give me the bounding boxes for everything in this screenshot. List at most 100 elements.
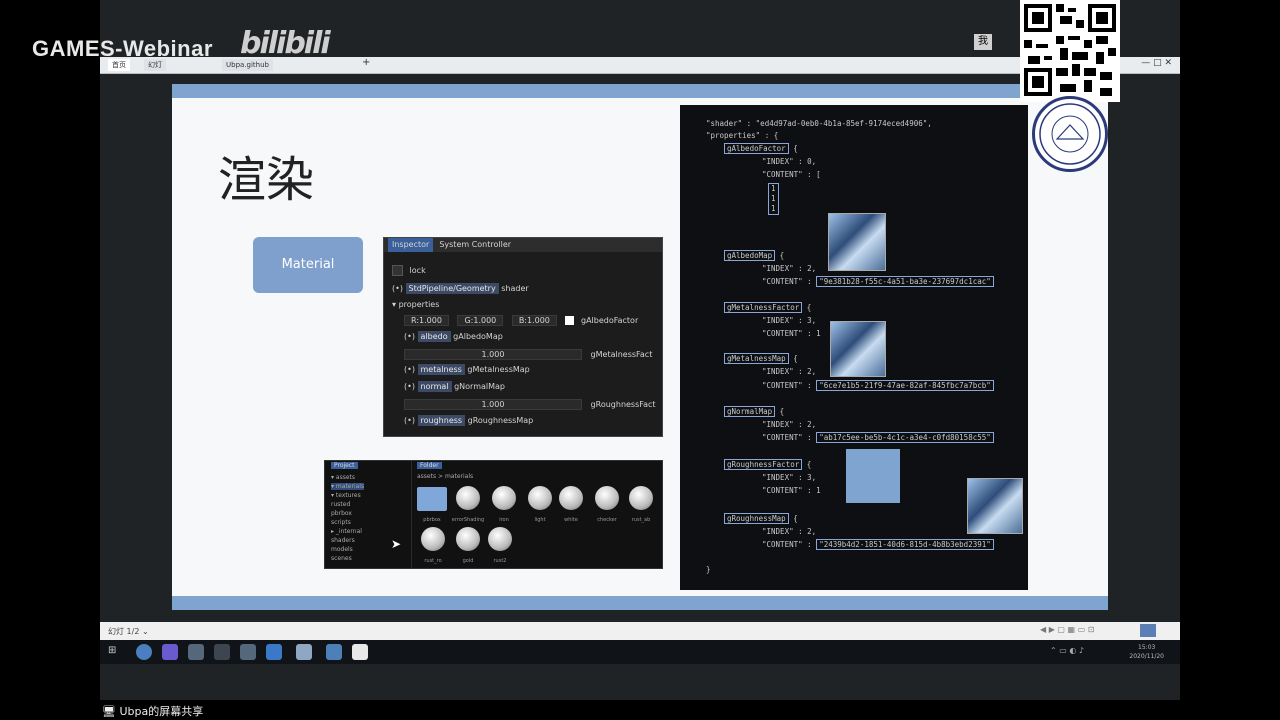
property-key: gMetalnessMap { xyxy=(724,353,798,364)
lock-row: lock xyxy=(392,265,426,276)
vscode-icon[interactable] xyxy=(266,644,282,660)
app-icon[interactable] xyxy=(188,644,204,660)
code-line: "shader" : "ed4d97ad-0eb0-4b1a-85ef-9174… xyxy=(706,119,932,128)
shader-label: shader xyxy=(501,284,529,293)
present-button[interactable] xyxy=(1140,624,1156,637)
material-sphere-icon[interactable] xyxy=(559,486,583,510)
roughness-color-swatch xyxy=(846,449,900,503)
tree-item[interactable]: scenes xyxy=(331,555,352,562)
mouse-cursor-icon: ➤ xyxy=(391,537,402,551)
roughness-factor-label: gRoughnessFact xyxy=(590,400,656,409)
university-seal-logo xyxy=(1032,96,1108,172)
tree-item[interactable]: ▾ assets xyxy=(331,474,355,481)
material-sphere-icon[interactable] xyxy=(456,527,480,551)
code-line: "properties" : { xyxy=(706,131,779,140)
metalness-map-row: (•) metalness gMetalnessMap xyxy=(404,364,530,375)
material-sphere-icon[interactable] xyxy=(421,527,445,551)
code-line: "INDEX" : 2, xyxy=(762,264,817,273)
visual-studio-icon[interactable] xyxy=(162,644,178,660)
inspector-panel: Inspector System Controller lock (•) Std… xyxy=(383,237,663,437)
shader-row: (•) StdPipeline/Geometry shader xyxy=(392,283,529,294)
material-sphere-icon[interactable] xyxy=(492,486,516,510)
tree-item[interactable]: ▾ textures xyxy=(331,492,361,499)
lock-checkbox[interactable] xyxy=(392,265,403,276)
object-picker-icon[interactable]: (•) xyxy=(404,365,415,374)
material-sphere-icon[interactable] xyxy=(629,486,653,510)
material-sphere-icon[interactable] xyxy=(456,486,480,510)
object-picker-icon[interactable]: (•) xyxy=(404,416,415,425)
albedo-map-chip[interactable]: albedo xyxy=(417,331,451,342)
taskbar-clock[interactable]: 15:03 2020/11/20 xyxy=(1129,643,1164,661)
tab-folder[interactable]: Folder xyxy=(417,462,442,469)
roughness-factor-slider[interactable]: 1.000 xyxy=(404,399,582,410)
property-key: gRoughnessMap { xyxy=(724,513,798,524)
browser-tab[interactable]: 首页 xyxy=(108,59,130,71)
tree-item[interactable]: ▸ _internal xyxy=(331,528,362,535)
roughness-map-row: (•) roughness gRoughnessMap xyxy=(404,415,533,426)
metalness-factor-label: gMetalnessFact xyxy=(590,350,653,359)
tree-item[interactable]: rusted xyxy=(331,501,350,508)
app-icon[interactable] xyxy=(326,644,342,660)
albedo-array-values: 111 xyxy=(768,183,779,215)
albedo-b-field[interactable]: B:1.000 xyxy=(511,315,557,326)
asset-label: rust_ab xyxy=(631,517,651,523)
albedo-r-field[interactable]: R:1.000 xyxy=(404,315,449,326)
albedo-map-row: (•) albedo gAlbedoMap xyxy=(404,331,503,342)
browser-icon[interactable] xyxy=(136,644,152,660)
asset-label: white xyxy=(564,517,578,523)
bilibili-logo: bilibili xyxy=(240,26,331,61)
material-sphere-icon[interactable] xyxy=(528,486,552,510)
app-icon[interactable] xyxy=(240,644,256,660)
normal-map-label: gNormalMap xyxy=(454,382,505,391)
albedo-color-swatch[interactable] xyxy=(565,316,575,325)
tree-item[interactable]: shaders xyxy=(331,537,355,544)
code-line: "CONTENT" : "2439b4d2-1851-40d6-815d-4b8… xyxy=(762,539,994,550)
slide-nav-icons[interactable]: ◀ ▶ ▢ ▦ ▭ ⊡ xyxy=(1040,625,1094,634)
material-sphere-icon[interactable] xyxy=(595,486,619,510)
property-key: gRoughnessFactor { xyxy=(724,459,811,470)
properties-header[interactable]: ▾ properties xyxy=(392,300,439,309)
new-tab-icon[interactable]: + xyxy=(362,57,370,68)
albedo-texture-thumbnail xyxy=(828,213,886,271)
tab-system-controller[interactable]: System Controller xyxy=(439,238,511,252)
system-tray-icons[interactable]: ⌃ ▭ ◐ ♪ xyxy=(1050,646,1084,655)
app-icon[interactable] xyxy=(296,644,312,660)
object-picker-icon[interactable]: (•) xyxy=(404,382,415,391)
tree-item[interactable]: pbrbox xyxy=(331,510,352,517)
tree-item[interactable]: ▾ materials xyxy=(331,483,365,490)
object-picker-icon[interactable]: (•) xyxy=(404,332,415,341)
asset-label: iron xyxy=(499,517,509,523)
normal-map-row: (•) normal gNormalMap xyxy=(404,381,505,392)
folder-icon[interactable] xyxy=(417,487,447,511)
material-sphere-icon[interactable] xyxy=(488,527,512,551)
browser-tab[interactable]: Ubpa.github xyxy=(222,59,273,71)
me-button[interactable]: 我 xyxy=(974,34,992,50)
tree-item[interactable]: models xyxy=(331,546,353,553)
albedo-g-field[interactable]: G:1.000 xyxy=(457,315,504,326)
lock-label: lock xyxy=(409,266,426,275)
roughness-map-chip[interactable]: roughness xyxy=(417,415,466,426)
window-controls[interactable]: — □ ✕ xyxy=(1141,58,1172,68)
metalness-map-chip[interactable]: metalness xyxy=(417,364,465,375)
metalness-factor-slider[interactable]: 1.000 xyxy=(404,349,582,360)
tab-project[interactable]: Project xyxy=(331,462,358,469)
tab-inspector[interactable]: Inspector xyxy=(388,238,434,252)
browser-tab[interactable]: 幻灯 xyxy=(144,59,166,71)
properties-label: properties xyxy=(398,300,440,309)
shader-value[interactable]: StdPipeline/Geometry xyxy=(405,283,499,294)
metalness-map-label: gMetalnessMap xyxy=(467,365,530,374)
inspector-tabs: Inspector System Controller xyxy=(384,238,662,252)
normal-map-chip[interactable]: normal xyxy=(417,381,452,392)
object-picker-icon[interactable]: (•) xyxy=(392,284,403,293)
start-menu-icon[interactable]: ⊞ xyxy=(108,645,116,656)
slide-title: 渲染 xyxy=(218,152,315,208)
asset-label: gold xyxy=(462,558,474,564)
property-key: gAlbedoMap { xyxy=(724,250,784,261)
code-line: "CONTENT" : [ xyxy=(762,170,821,179)
folder-path: assets > materials xyxy=(417,473,474,480)
slide-page-indicator[interactable]: 幻灯 1/2 ⌄ xyxy=(108,626,149,637)
project-tree: Project ▾ assets ▾ materials ▾ textures … xyxy=(325,461,412,568)
app-icon[interactable] xyxy=(352,644,368,660)
app-icon[interactable] xyxy=(214,644,230,660)
tree-item[interactable]: scripts xyxy=(331,519,351,526)
